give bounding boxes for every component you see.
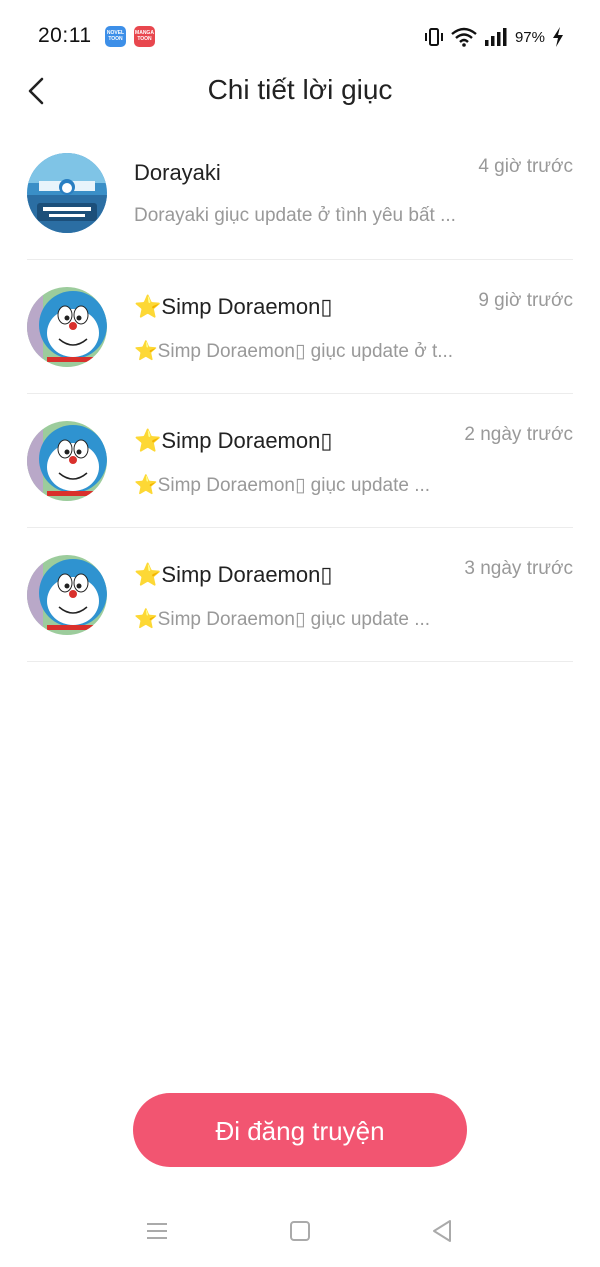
nav-back-button[interactable] xyxy=(428,1216,458,1246)
page-title: Chi tiết lời giục xyxy=(207,74,393,105)
item-preview: ⭐Simp Doraemon▯ giục update ... xyxy=(134,609,431,630)
item-name: ⭐Simp Doraemon▯ xyxy=(134,294,333,319)
menu-button[interactable] xyxy=(142,1216,172,1246)
home-button[interactable] xyxy=(285,1216,315,1246)
avatar[interactable] xyxy=(27,287,107,367)
star-icon: ⭐ xyxy=(134,341,158,362)
avatar[interactable] xyxy=(27,555,107,635)
home-square-icon xyxy=(290,1221,310,1241)
signal-icon xyxy=(484,28,507,46)
item-name: ⭐Simp Doraemon▯ xyxy=(134,428,333,453)
vibrate-icon xyxy=(424,28,443,46)
status-bar: 20:11 NOVEL TOON MANGA TOON 97% xyxy=(0,0,600,72)
charging-bolt-icon xyxy=(553,27,563,47)
novel-toon-app-icon: NOVEL TOON xyxy=(105,26,126,47)
status-time: 20:11 xyxy=(38,24,92,47)
star-icon: ⭐ xyxy=(134,428,162,453)
status-icons: 97% xyxy=(424,24,564,50)
avatar[interactable] xyxy=(27,153,107,233)
wifi-icon xyxy=(451,27,477,47)
system-nav-bar xyxy=(0,1200,600,1267)
item-preview: ⭐Simp Doraemon▯ giục update ở t... xyxy=(134,341,454,362)
star-icon: ⭐ xyxy=(134,294,162,319)
item-preview: ⭐Simp Doraemon▯ giục update ... xyxy=(134,475,431,496)
list-item[interactable]: ⭐Simp Doraemon▯ 2 ngày trước ⭐Simp Dorae… xyxy=(27,394,573,528)
doraemon-avatar-image xyxy=(27,421,107,501)
doraemon-avatar-image xyxy=(27,555,107,635)
header: Chi tiết lời giục xyxy=(0,72,600,112)
list-item[interactable]: ⭐Simp Doraemon▯ 9 giờ trước ⭐Simp Doraem… xyxy=(27,260,573,394)
item-name: Dorayaki xyxy=(134,160,221,185)
list-item[interactable]: ⭐Simp Doraemon▯ 3 ngày trước ⭐Simp Dorae… xyxy=(27,528,573,662)
back-triangle-icon xyxy=(433,1220,451,1242)
doraemon-avatar-image xyxy=(27,287,107,367)
menu-icon xyxy=(147,1223,167,1239)
item-time: 9 giờ trước xyxy=(478,290,573,311)
avatar[interactable] xyxy=(27,421,107,501)
post-story-button[interactable]: Đi đăng truyện xyxy=(133,1093,467,1167)
item-name: ⭐Simp Doraemon▯ xyxy=(134,562,333,587)
star-icon: ⭐ xyxy=(134,562,162,587)
star-icon: ⭐ xyxy=(134,609,158,630)
item-time: 2 ngày trước xyxy=(464,424,573,445)
item-time: 4 giờ trước xyxy=(478,156,573,177)
manga-toon-app-icon: MANGA TOON xyxy=(134,26,155,47)
star-icon: ⭐ xyxy=(134,475,158,496)
list-item[interactable]: Dorayaki 4 giờ trước Dorayaki giục updat… xyxy=(27,126,573,260)
item-time: 3 ngày trước xyxy=(464,558,573,579)
reminder-list: Dorayaki 4 giờ trước Dorayaki giục updat… xyxy=(27,126,573,662)
item-preview: Dorayaki giục update ở tình yêu bất ... xyxy=(134,205,456,226)
battery-level: 97% xyxy=(514,28,545,46)
dorayaki-avatar-image xyxy=(27,153,107,233)
